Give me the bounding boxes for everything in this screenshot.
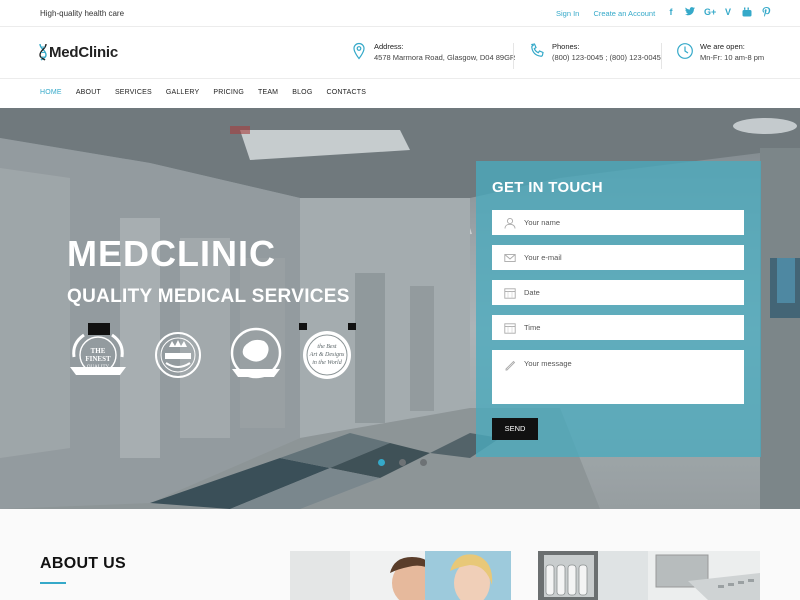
- nav-gallery[interactable]: GALLERY: [166, 89, 200, 96]
- divider: [661, 43, 662, 69]
- nav-home[interactable]: HOME: [40, 89, 62, 96]
- address-value: 4578 Marmora Road, Glasgow, D04 89GR: [374, 53, 516, 62]
- pinterest-icon[interactable]: [761, 7, 771, 18]
- youtube-icon[interactable]: [742, 7, 752, 18]
- time-placeholder: Time: [524, 323, 541, 332]
- hero-subtitle: QUALITY MEDICAL SERVICES: [67, 286, 350, 307]
- top-bar: High-quality health care Sign In Create …: [0, 0, 800, 27]
- doctors-photo-icon: [290, 551, 511, 600]
- divider: [513, 43, 514, 69]
- calendar-icon: [504, 322, 516, 334]
- nav-services[interactable]: SERVICES: [115, 89, 152, 96]
- equipment-image: [538, 551, 760, 600]
- name-input[interactable]: Your name: [492, 210, 744, 235]
- clock-icon: [677, 43, 693, 59]
- tagline: High-quality health care: [40, 9, 125, 18]
- email-placeholder: Your e-mail: [524, 253, 562, 262]
- hero-title: MEDCLINIC: [67, 233, 276, 274]
- account-links: Sign In Create an Account: [556, 9, 667, 18]
- address-block: Address: 4578 Marmora Road, Glasgow, D04…: [350, 42, 515, 64]
- calendar-icon: [504, 287, 516, 299]
- pen-icon: [505, 360, 516, 371]
- nav-blog[interactable]: BLOG: [292, 89, 312, 96]
- hero-slider: MEDCLINIC QUALITY MEDICAL SERVICES THE F…: [0, 108, 800, 509]
- nav-team[interactable]: TEAM: [258, 89, 278, 96]
- hours-label: We are open:: [700, 42, 745, 51]
- site-header: MedClinic Address: 4578 Marmora Road, Gl…: [0, 28, 800, 79]
- title-underline: [40, 582, 66, 584]
- twitter-icon[interactable]: [685, 7, 695, 18]
- finest-quality-badge-icon: THE FINEST QUALITY: [70, 323, 126, 375]
- social-links: f G+ V: [666, 7, 771, 18]
- about-title: ABOUT US: [40, 555, 126, 572]
- hours-block: We are open: Mn-Fr: 10 am-8 pm: [676, 42, 764, 64]
- svg-text:the Best: the Best: [317, 344, 336, 350]
- name-placeholder: Your name: [524, 218, 560, 227]
- doctors-image: [290, 551, 511, 600]
- phones-block: Phones: (800) 123-0045 ; (800) 123-0045: [528, 42, 661, 64]
- date-placeholder: Date: [524, 288, 540, 297]
- phone-icon: [530, 43, 544, 57]
- user-icon: [504, 217, 516, 229]
- slider-dot-3[interactable]: [420, 459, 427, 466]
- create-account-link[interactable]: Create an Account: [593, 9, 655, 18]
- svg-text:FINEST: FINEST: [85, 355, 111, 363]
- map-pin-icon: [353, 42, 365, 60]
- nav-pricing[interactable]: PRICING: [213, 89, 244, 96]
- dna-icon: [39, 43, 47, 61]
- sign-in-link[interactable]: Sign In: [556, 9, 579, 18]
- slider-dot-1[interactable]: [378, 459, 385, 466]
- phones-label: Phones:: [552, 42, 580, 51]
- best-art-badge-icon: the Best Art & Designs in the World: [299, 323, 356, 379]
- map-badge-icon: [230, 327, 282, 379]
- send-button[interactable]: SEND: [492, 418, 538, 440]
- email-input[interactable]: Your e-mail: [492, 245, 744, 270]
- slider-dots: [378, 459, 427, 466]
- google-plus-icon[interactable]: G+: [704, 7, 716, 18]
- nav-about[interactable]: ABOUT: [76, 89, 101, 96]
- envelope-icon: [504, 253, 516, 262]
- ultrasound-photo-icon: [538, 551, 760, 600]
- slider-dot-2[interactable]: [399, 459, 406, 466]
- svg-text:THE: THE: [91, 347, 106, 355]
- hours-value: Mn-Fr: 10 am-8 pm: [700, 53, 765, 62]
- crown-badge-icon: [155, 332, 201, 378]
- nav-contacts[interactable]: CONTACTS: [326, 89, 366, 96]
- vine-icon[interactable]: V: [723, 7, 733, 18]
- form-title: GET IN TOUCH: [492, 179, 603, 196]
- date-input[interactable]: Date: [492, 280, 744, 305]
- time-input[interactable]: Time: [492, 315, 744, 340]
- quality-badges: THE FINEST QUALITY the Best Art & Design…: [70, 323, 356, 379]
- phones-value[interactable]: (800) 123-0045 ; (800) 123-0045: [552, 52, 661, 64]
- svg-text:in the World: in the World: [312, 360, 342, 366]
- contact-form: GET IN TOUCH Your name Your e-mail Date …: [476, 161, 761, 457]
- logo-text: MedClinic: [49, 43, 119, 61]
- message-placeholder: Your message: [524, 359, 572, 368]
- svg-text:Art & Designs: Art & Designs: [309, 352, 345, 358]
- message-textarea[interactable]: Your message: [492, 350, 744, 404]
- address-label: Address:: [374, 42, 404, 51]
- logo[interactable]: MedClinic: [38, 43, 118, 61]
- facebook-icon[interactable]: f: [666, 7, 676, 18]
- main-nav: HOME ABOUT SERVICES GALLERY PRICING TEAM…: [40, 89, 380, 96]
